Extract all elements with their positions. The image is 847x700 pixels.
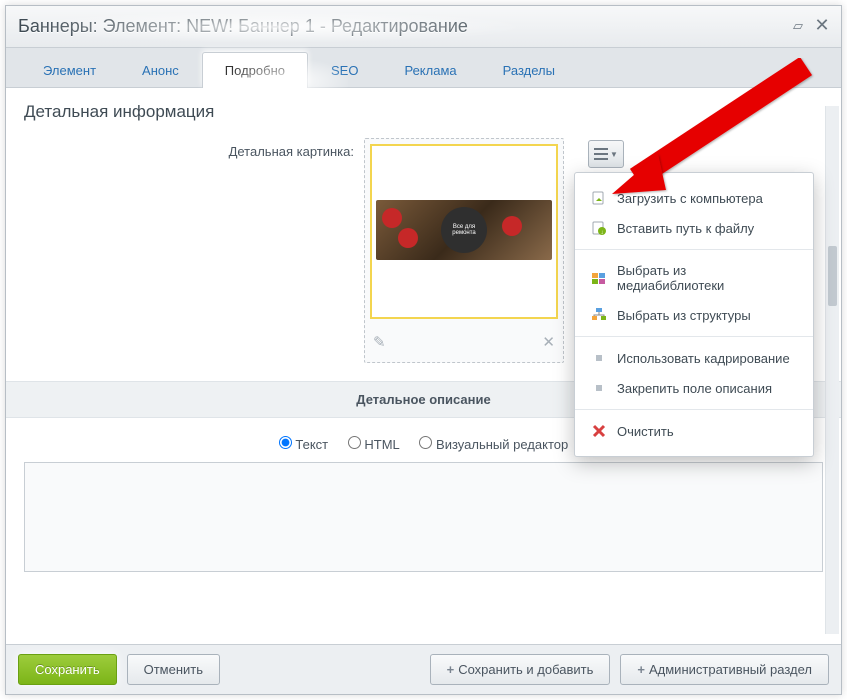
vertical-scrollbar[interactable] xyxy=(825,106,839,634)
titlebar: Баннеры: Элемент: NEW! Баннер 1 - Редакт… xyxy=(6,6,841,48)
thumbnail-caption: Все для ремонта xyxy=(441,207,487,253)
menu-crop-label: Использовать кадрирование xyxy=(617,351,790,366)
image-row: Детальная картинка: Все для ремонта ✎ ✕ xyxy=(24,138,823,363)
image-tools: ✎ ✕ xyxy=(373,328,555,356)
dialog-window: Баннеры: Элемент: NEW! Баннер 1 - Редакт… xyxy=(5,5,842,695)
menu-clear-label: Очистить xyxy=(617,424,674,439)
image-field: Все для ремонта ✎ ✕ ▼ Загрузить с к xyxy=(364,138,823,363)
menu-structure[interactable]: Выбрать из структуры xyxy=(575,300,813,330)
menu-upload-label: Загрузить с компьютера xyxy=(617,191,763,206)
plus-icon: + xyxy=(447,662,455,677)
fullscreen-icon[interactable]: ▱ xyxy=(793,18,807,32)
remove-x-icon[interactable]: ✕ xyxy=(542,333,555,351)
svg-text:↓: ↓ xyxy=(601,230,604,236)
thumbnail-image: Все для ремонта xyxy=(376,200,552,260)
tab-seo[interactable]: SEO xyxy=(308,52,381,88)
tab-anons[interactable]: Анонс xyxy=(119,52,202,88)
image-menu-dropdown: Загрузить с компьютера ↓ Вставить путь к… xyxy=(574,172,814,457)
section-heading: Детальная информация xyxy=(24,102,823,122)
tab-detail[interactable]: Подробно xyxy=(202,52,308,88)
tab-sections[interactable]: Разделы xyxy=(480,52,578,88)
close-icon[interactable]: ✕ xyxy=(813,16,831,34)
mode-text-radio[interactable] xyxy=(279,436,292,449)
footer: Сохранить Отменить +Сохранить и добавить… xyxy=(6,644,841,694)
admin-section-button[interactable]: +Административный раздел xyxy=(620,654,829,685)
image-label: Детальная картинка: xyxy=(24,138,364,363)
menu-separator xyxy=(575,409,813,410)
save-add-button[interactable]: +Сохранить и добавить xyxy=(430,654,611,685)
menu-crop[interactable]: Использовать кадрирование xyxy=(575,343,813,373)
mode-visual-radio[interactable] xyxy=(419,436,432,449)
description-textarea[interactable] xyxy=(24,462,823,572)
media-library-icon xyxy=(591,270,607,286)
tab-row: Элемент Анонс Подробно SEO Реклама Разде… xyxy=(6,48,841,88)
bullet-icon xyxy=(591,350,607,366)
edit-pencil-icon[interactable]: ✎ xyxy=(373,333,386,351)
dialog-title: Баннеры: Элемент: NEW! Баннер 1 - Редакт… xyxy=(18,16,468,37)
menu-path-label: Вставить путь к файлу xyxy=(617,221,754,236)
menu-path[interactable]: ↓ Вставить путь к файлу xyxy=(575,213,813,243)
hamburger-icon xyxy=(594,148,608,160)
mode-visual[interactable]: Визуальный редактор xyxy=(419,437,568,452)
menu-separator xyxy=(575,336,813,337)
path-icon: ↓ xyxy=(591,220,607,236)
image-menu-button[interactable]: ▼ xyxy=(588,140,624,168)
price-tag-icon xyxy=(398,228,418,248)
menu-media[interactable]: Выбрать из медиабиблиотеки xyxy=(575,256,813,300)
upload-icon xyxy=(591,190,607,206)
mode-text[interactable]: Текст xyxy=(279,437,328,452)
cancel-button[interactable]: Отменить xyxy=(127,654,220,685)
menu-pin-label: Закрепить поле описания xyxy=(617,381,772,396)
image-preview[interactable]: Все для ремонта xyxy=(370,144,558,319)
chevron-down-icon: ▼ xyxy=(610,150,618,159)
menu-structure-label: Выбрать из структуры xyxy=(617,308,751,323)
menu-pin[interactable]: Закрепить поле описания xyxy=(575,373,813,403)
price-tag-icon xyxy=(382,208,402,228)
save-button[interactable]: Сохранить xyxy=(18,654,117,685)
scrollbar-thumb[interactable] xyxy=(828,246,837,306)
plus-icon: + xyxy=(637,662,645,677)
menu-separator xyxy=(575,249,813,250)
price-tag-icon xyxy=(502,216,522,236)
tab-ads[interactable]: Реклама xyxy=(381,52,479,88)
menu-media-label: Выбрать из медиабиблиотеки xyxy=(617,263,797,293)
menu-clear[interactable]: Очистить xyxy=(575,416,813,446)
menu-upload[interactable]: Загрузить с компьютера xyxy=(575,183,813,213)
clear-x-icon xyxy=(591,423,607,439)
content-area: Детальная информация Детальная картинка:… xyxy=(6,88,841,644)
tab-element[interactable]: Элемент xyxy=(20,52,119,88)
bullet-icon xyxy=(591,380,607,396)
mode-html[interactable]: HTML xyxy=(348,437,400,452)
image-dropzone[interactable]: Все для ремонта ✎ ✕ xyxy=(364,138,564,363)
mode-html-radio[interactable] xyxy=(348,436,361,449)
structure-icon xyxy=(591,307,607,323)
